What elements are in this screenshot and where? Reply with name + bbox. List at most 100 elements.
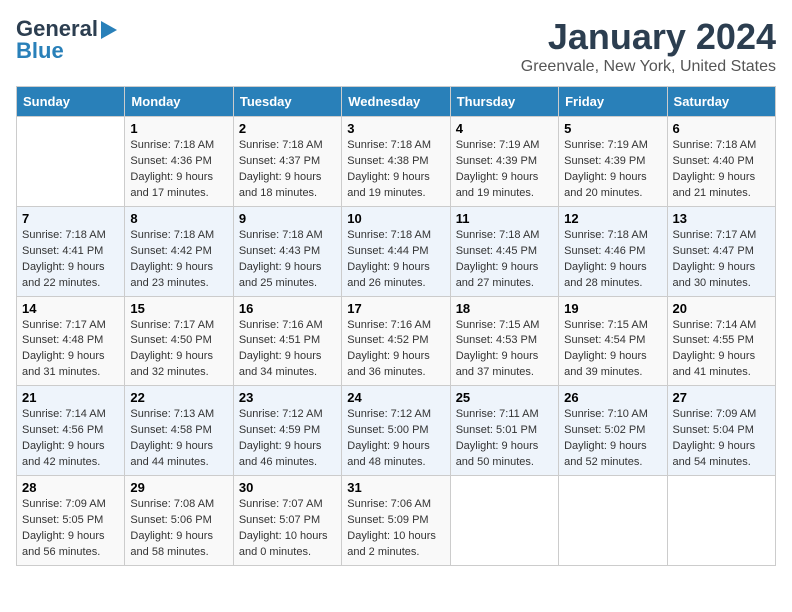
day-number: 30 [239, 480, 336, 495]
day-info: Sunrise: 7:12 AMSunset: 4:59 PMDaylight:… [239, 407, 336, 471]
calendar-header: SundayMondayTuesdayWednesdayThursdayFrid… [17, 87, 776, 117]
day-number: 25 [456, 390, 553, 405]
day-number: 27 [673, 390, 770, 405]
calendar-cell: 12 Sunrise: 7:18 AMSunset: 4:46 PMDayligh… [559, 206, 667, 296]
calendar-cell: 14 Sunrise: 7:17 AMSunset: 4:48 PMDayligh… [17, 296, 125, 386]
day-info: Sunrise: 7:11 AMSunset: 5:01 PMDaylight:… [456, 407, 553, 471]
day-info: Sunrise: 7:08 AMSunset: 5:06 PMDaylight:… [130, 497, 227, 561]
calendar-cell: 31 Sunrise: 7:06 AMSunset: 5:09 PMDayligh… [342, 476, 450, 566]
calendar-cell: 15 Sunrise: 7:17 AMSunset: 4:50 PMDayligh… [125, 296, 233, 386]
day-number: 8 [130, 211, 227, 226]
calendar-body: 1 Sunrise: 7:18 AMSunset: 4:36 PMDaylight… [17, 117, 776, 566]
day-number: 6 [673, 121, 770, 136]
day-info: Sunrise: 7:18 AMSunset: 4:38 PMDaylight:… [347, 138, 444, 202]
calendar-cell [667, 476, 775, 566]
day-number: 16 [239, 301, 336, 316]
day-info: Sunrise: 7:09 AMSunset: 5:04 PMDaylight:… [673, 407, 770, 471]
calendar-cell: 10Sunrise: 7:18 AMSunset: 4:44 PMDayligh… [342, 206, 450, 296]
logo-arrow-icon [101, 21, 117, 39]
calendar-week-1: 1 Sunrise: 7:18 AMSunset: 4:36 PMDaylight… [17, 117, 776, 207]
calendar-cell: 6 Sunrise: 7:18 AMSunset: 4:40 PMDaylight… [667, 117, 775, 207]
calendar-cell: 5 Sunrise: 7:19 AMSunset: 4:39 PMDaylight… [559, 117, 667, 207]
day-number: 23 [239, 390, 336, 405]
weekday-header-saturday: Saturday [667, 87, 775, 117]
day-info: Sunrise: 7:17 AMSunset: 4:47 PMDaylight:… [673, 228, 770, 292]
day-info: Sunrise: 7:19 AMSunset: 4:39 PMDaylight:… [564, 138, 661, 202]
page-header: General Blue January 2024 Greenvale, New… [16, 16, 776, 76]
day-info: Sunrise: 7:17 AMSunset: 4:50 PMDaylight:… [130, 318, 227, 382]
day-info: Sunrise: 7:12 AMSunset: 5:00 PMDaylight:… [347, 407, 444, 471]
weekday-header-thursday: Thursday [450, 87, 558, 117]
day-info: Sunrise: 7:18 AMSunset: 4:46 PMDaylight:… [564, 228, 661, 292]
calendar-cell: 26Sunrise: 7:10 AMSunset: 5:02 PMDayligh… [559, 386, 667, 476]
calendar-cell: 21Sunrise: 7:14 AMSunset: 4:56 PMDayligh… [17, 386, 125, 476]
calendar-title: January 2024 [521, 16, 776, 58]
day-number: 7 [22, 211, 119, 226]
day-info: Sunrise: 7:18 AMSunset: 4:41 PMDaylight:… [22, 228, 119, 292]
day-number: 9 [239, 211, 336, 226]
calendar-cell: 18 Sunrise: 7:15 AMSunset: 4:53 PMDayligh… [450, 296, 558, 386]
calendar-cell: 27 Sunrise: 7:09 AMSunset: 5:04 PMDayligh… [667, 386, 775, 476]
day-info: Sunrise: 7:18 AMSunset: 4:40 PMDaylight:… [673, 138, 770, 202]
day-info: Sunrise: 7:16 AMSunset: 4:52 PMDaylight:… [347, 318, 444, 382]
day-info: Sunrise: 7:09 AMSunset: 5:05 PMDaylight:… [22, 497, 119, 561]
calendar-cell: 8 Sunrise: 7:18 AMSunset: 4:42 PMDaylight… [125, 206, 233, 296]
calendar-cell: 17Sunrise: 7:16 AMSunset: 4:52 PMDayligh… [342, 296, 450, 386]
day-number: 14 [22, 301, 119, 316]
calendar-subtitle: Greenvale, New York, United States [521, 58, 776, 76]
calendar-cell: 24Sunrise: 7:12 AMSunset: 5:00 PMDayligh… [342, 386, 450, 476]
calendar-table: SundayMondayTuesdayWednesdayThursdayFrid… [16, 86, 776, 566]
day-number: 19 [564, 301, 661, 316]
day-info: Sunrise: 7:15 AMSunset: 4:54 PMDaylight:… [564, 318, 661, 382]
calendar-cell: 3 Sunrise: 7:18 AMSunset: 4:38 PMDaylight… [342, 117, 450, 207]
calendar-cell [17, 117, 125, 207]
day-number: 29 [130, 480, 227, 495]
calendar-cell: 22Sunrise: 7:13 AMSunset: 4:58 PMDayligh… [125, 386, 233, 476]
calendar-week-2: 7 Sunrise: 7:18 AMSunset: 4:41 PMDaylight… [17, 206, 776, 296]
calendar-cell: 1 Sunrise: 7:18 AMSunset: 4:36 PMDaylight… [125, 117, 233, 207]
day-number: 1 [130, 121, 227, 136]
calendar-week-5: 28 Sunrise: 7:09 AMSunset: 5:05 PMDayligh… [17, 476, 776, 566]
day-number: 18 [456, 301, 553, 316]
calendar-week-4: 21Sunrise: 7:14 AMSunset: 4:56 PMDayligh… [17, 386, 776, 476]
day-info: Sunrise: 7:18 AMSunset: 4:36 PMDaylight:… [130, 138, 227, 202]
day-info: Sunrise: 7:06 AMSunset: 5:09 PMDaylight:… [347, 497, 444, 561]
day-info: Sunrise: 7:17 AMSunset: 4:48 PMDaylight:… [22, 318, 119, 382]
day-number: 13 [673, 211, 770, 226]
day-info: Sunrise: 7:07 AMSunset: 5:07 PMDaylight:… [239, 497, 336, 561]
calendar-cell: 28 Sunrise: 7:09 AMSunset: 5:05 PMDayligh… [17, 476, 125, 566]
day-number: 31 [347, 480, 444, 495]
day-info: Sunrise: 7:18 AMSunset: 4:43 PMDaylight:… [239, 228, 336, 292]
day-info: Sunrise: 7:18 AMSunset: 4:42 PMDaylight:… [130, 228, 227, 292]
calendar-cell: 16Sunrise: 7:16 AMSunset: 4:51 PMDayligh… [233, 296, 341, 386]
day-info: Sunrise: 7:19 AMSunset: 4:39 PMDaylight:… [456, 138, 553, 202]
weekday-header-tuesday: Tuesday [233, 87, 341, 117]
logo: General Blue [16, 16, 117, 64]
title-block: January 2024 Greenvale, New York, United… [521, 16, 776, 76]
day-info: Sunrise: 7:14 AMSunset: 4:55 PMDaylight:… [673, 318, 770, 382]
day-number: 21 [22, 390, 119, 405]
day-info: Sunrise: 7:18 AMSunset: 4:45 PMDaylight:… [456, 228, 553, 292]
calendar-cell [559, 476, 667, 566]
day-number: 28 [22, 480, 119, 495]
calendar-cell: 9 Sunrise: 7:18 AMSunset: 4:43 PMDaylight… [233, 206, 341, 296]
calendar-cell: 30 Sunrise: 7:07 AMSunset: 5:07 PMDayligh… [233, 476, 341, 566]
day-number: 15 [130, 301, 227, 316]
day-number: 22 [130, 390, 227, 405]
day-info: Sunrise: 7:15 AMSunset: 4:53 PMDaylight:… [456, 318, 553, 382]
day-number: 12 [564, 211, 661, 226]
calendar-cell: 11 Sunrise: 7:18 AMSunset: 4:45 PMDayligh… [450, 206, 558, 296]
calendar-cell: 29 Sunrise: 7:08 AMSunset: 5:06 PMDayligh… [125, 476, 233, 566]
day-number: 3 [347, 121, 444, 136]
day-number: 11 [456, 211, 553, 226]
calendar-cell: 4 Sunrise: 7:19 AMSunset: 4:39 PMDaylight… [450, 117, 558, 207]
weekday-row: SundayMondayTuesdayWednesdayThursdayFrid… [17, 87, 776, 117]
calendar-cell: 25 Sunrise: 7:11 AMSunset: 5:01 PMDayligh… [450, 386, 558, 476]
day-number: 4 [456, 121, 553, 136]
calendar-cell: 13 Sunrise: 7:17 AMSunset: 4:47 PMDayligh… [667, 206, 775, 296]
day-number: 5 [564, 121, 661, 136]
calendar-week-3: 14 Sunrise: 7:17 AMSunset: 4:48 PMDayligh… [17, 296, 776, 386]
day-info: Sunrise: 7:10 AMSunset: 5:02 PMDaylight:… [564, 407, 661, 471]
weekday-header-sunday: Sunday [17, 87, 125, 117]
calendar-cell: 19 Sunrise: 7:15 AMSunset: 4:54 PMDayligh… [559, 296, 667, 386]
